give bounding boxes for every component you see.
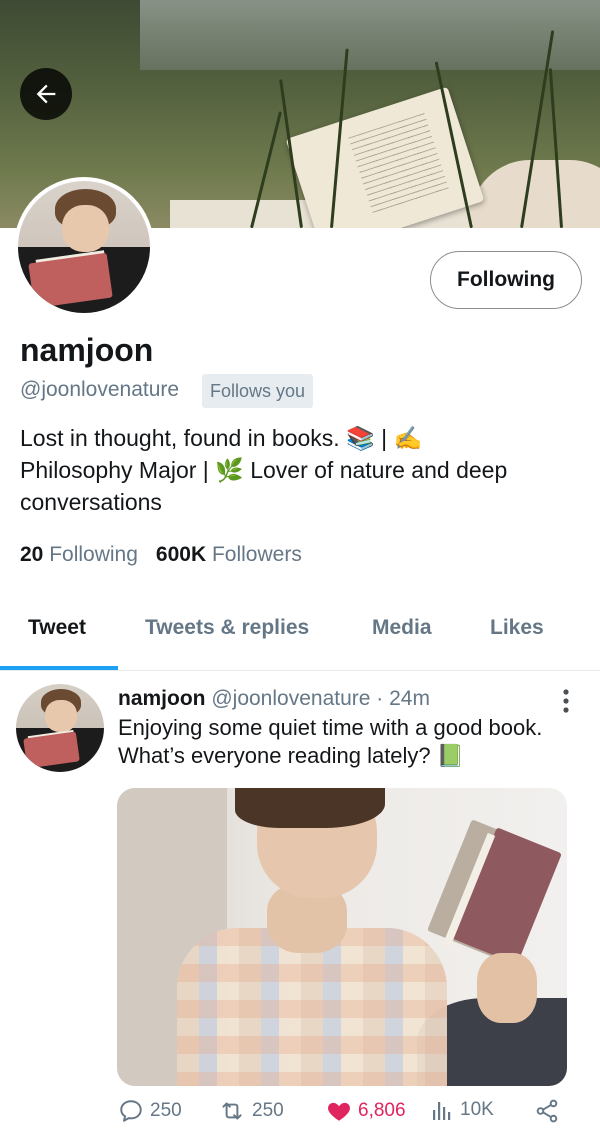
bio-line: Philosophy Major | 🌿 Lover of nature and… <box>20 457 508 483</box>
tweet-avatar[interactable] <box>16 684 104 772</box>
tweet-author-handle[interactable]: @joonlovenature <box>211 687 370 710</box>
retweet-count: 250 <box>252 1100 284 1121</box>
tab-tweets-and-replies[interactable]: Tweets & replies <box>145 616 309 640</box>
tab-tweet[interactable]: Tweet <box>28 616 86 640</box>
followers-stat[interactable]: 600K Followers <box>156 543 302 566</box>
tweet-more-button[interactable] <box>556 688 576 714</box>
retweet-button[interactable]: 250 <box>218 1098 284 1124</box>
views-icon <box>433 1102 451 1120</box>
back-arrow-icon <box>36 84 56 104</box>
tweet-author-name[interactable]: namjoon <box>118 687 206 710</box>
more-vertical-icon <box>563 689 569 713</box>
user-handle: @joonlovenature <box>20 378 180 401</box>
heart-icon <box>328 1102 350 1121</box>
profile-bio: Lost in thought, found in books. 📚 | ✍️ … <box>20 422 590 518</box>
tweet-text-line: What’s everyone reading lately? 📗 <box>118 743 465 768</box>
reply-button[interactable]: 250 <box>118 1098 182 1124</box>
reply-count: 250 <box>150 1100 182 1121</box>
back-button[interactable] <box>20 68 72 120</box>
profile-avatar[interactable] <box>14 177 154 317</box>
tweet-header: namjoon @joonlovenature · 24m <box>118 687 430 711</box>
display-name: namjoon <box>20 332 154 368</box>
tweet-separator: · <box>376 687 384 710</box>
tweet-text-line: Enjoying some quiet time with a good boo… <box>118 715 543 740</box>
profile-tabs: Tweet Tweets & replies Media Likes <box>0 600 600 670</box>
tab-media[interactable]: Media <box>372 616 432 640</box>
like-count: 6,806 <box>358 1100 406 1121</box>
share-icon <box>536 1099 558 1123</box>
retweet-icon <box>222 1102 242 1120</box>
banner-pillow <box>470 160 600 228</box>
reply-icon <box>120 1100 142 1122</box>
view-count: 10K <box>460 1099 494 1120</box>
bio-line: conversations <box>20 489 162 515</box>
like-button[interactable]: 6,806 <box>326 1098 406 1124</box>
tab-likes[interactable]: Likes <box>490 616 544 640</box>
tweet-text: Enjoying some quiet time with a good boo… <box>118 714 588 770</box>
follow-stats: 20 Following 600K Followers <box>20 543 302 567</box>
bio-line: Lost in thought, found in books. 📚 | ✍️ <box>20 425 423 451</box>
share-button[interactable] <box>534 1098 560 1124</box>
tweet-time[interactable]: 24m <box>389 687 430 710</box>
views-button[interactable]: 10K <box>432 1098 494 1122</box>
tabs-divider <box>0 670 600 671</box>
following-stat[interactable]: 20 Following <box>20 543 138 566</box>
banner-water <box>140 0 600 70</box>
follows-you-badge: Follows you <box>202 374 314 408</box>
tweet-photo[interactable] <box>117 788 567 1086</box>
following-button[interactable]: Following <box>430 251 582 309</box>
tweet-actions: 250 250 6,806 10K <box>0 1098 600 1130</box>
